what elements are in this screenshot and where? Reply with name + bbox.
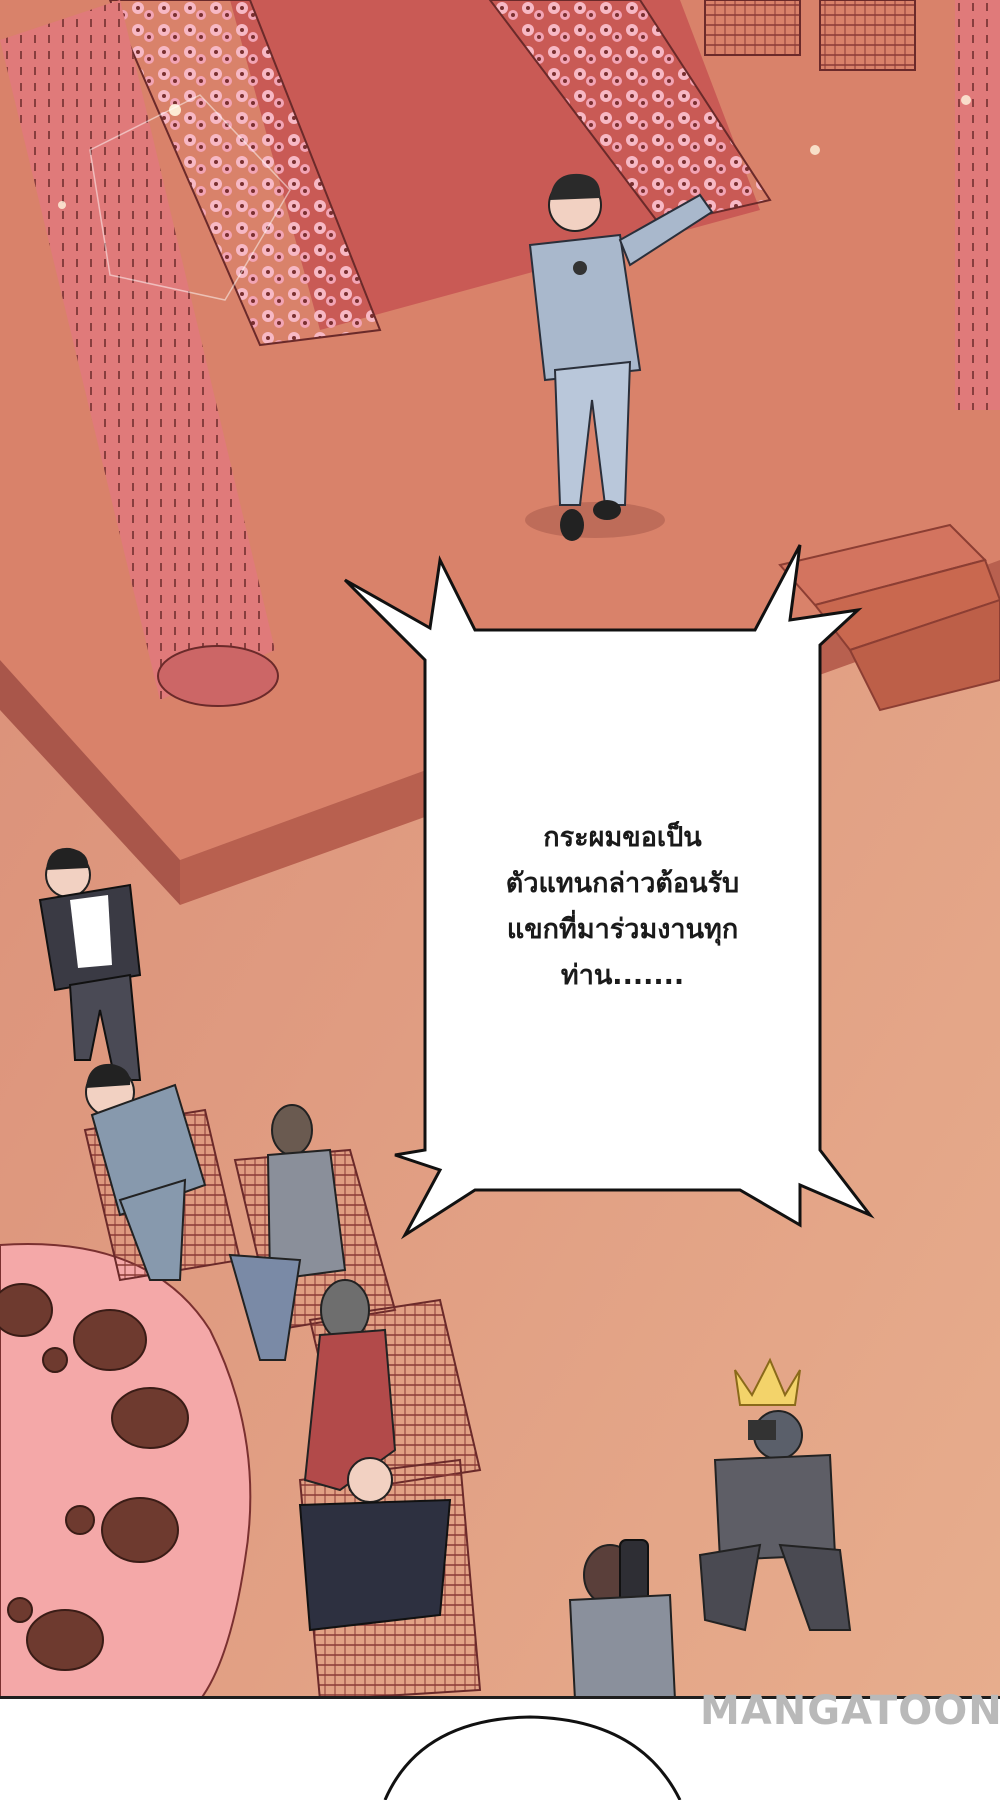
comic-page: กระผมขอเป็น ตัวแทนกล่าวต้อนรับ แขกที่มาร… [0,0,1000,1800]
watermark-logo: MANGATOON [700,1688,1000,1734]
speech-line: ท่าน....... [560,960,685,991]
speech-line: กระผมขอเป็น [543,822,702,853]
speech-bubble-text: กระผมขอเป็น ตัวแทนกล่าวต้อนรับ แขกที่มาร… [430,815,815,999]
speech-line: ตัวแทนกล่าวต้อนรับ [505,868,740,899]
speech-line: แขกที่มาร่วมงานทุก [506,914,739,945]
pillar-right [955,0,1000,410]
